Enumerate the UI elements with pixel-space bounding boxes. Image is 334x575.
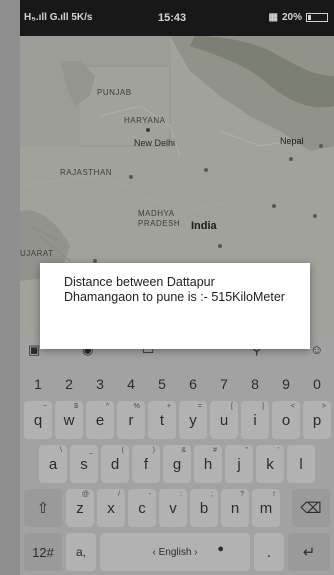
distance-dialog: Distance between Dattapur Dhamangaon to … xyxy=(40,263,310,349)
dialog-message: Distance between Dattapur Dhamangaon to … xyxy=(64,275,285,304)
